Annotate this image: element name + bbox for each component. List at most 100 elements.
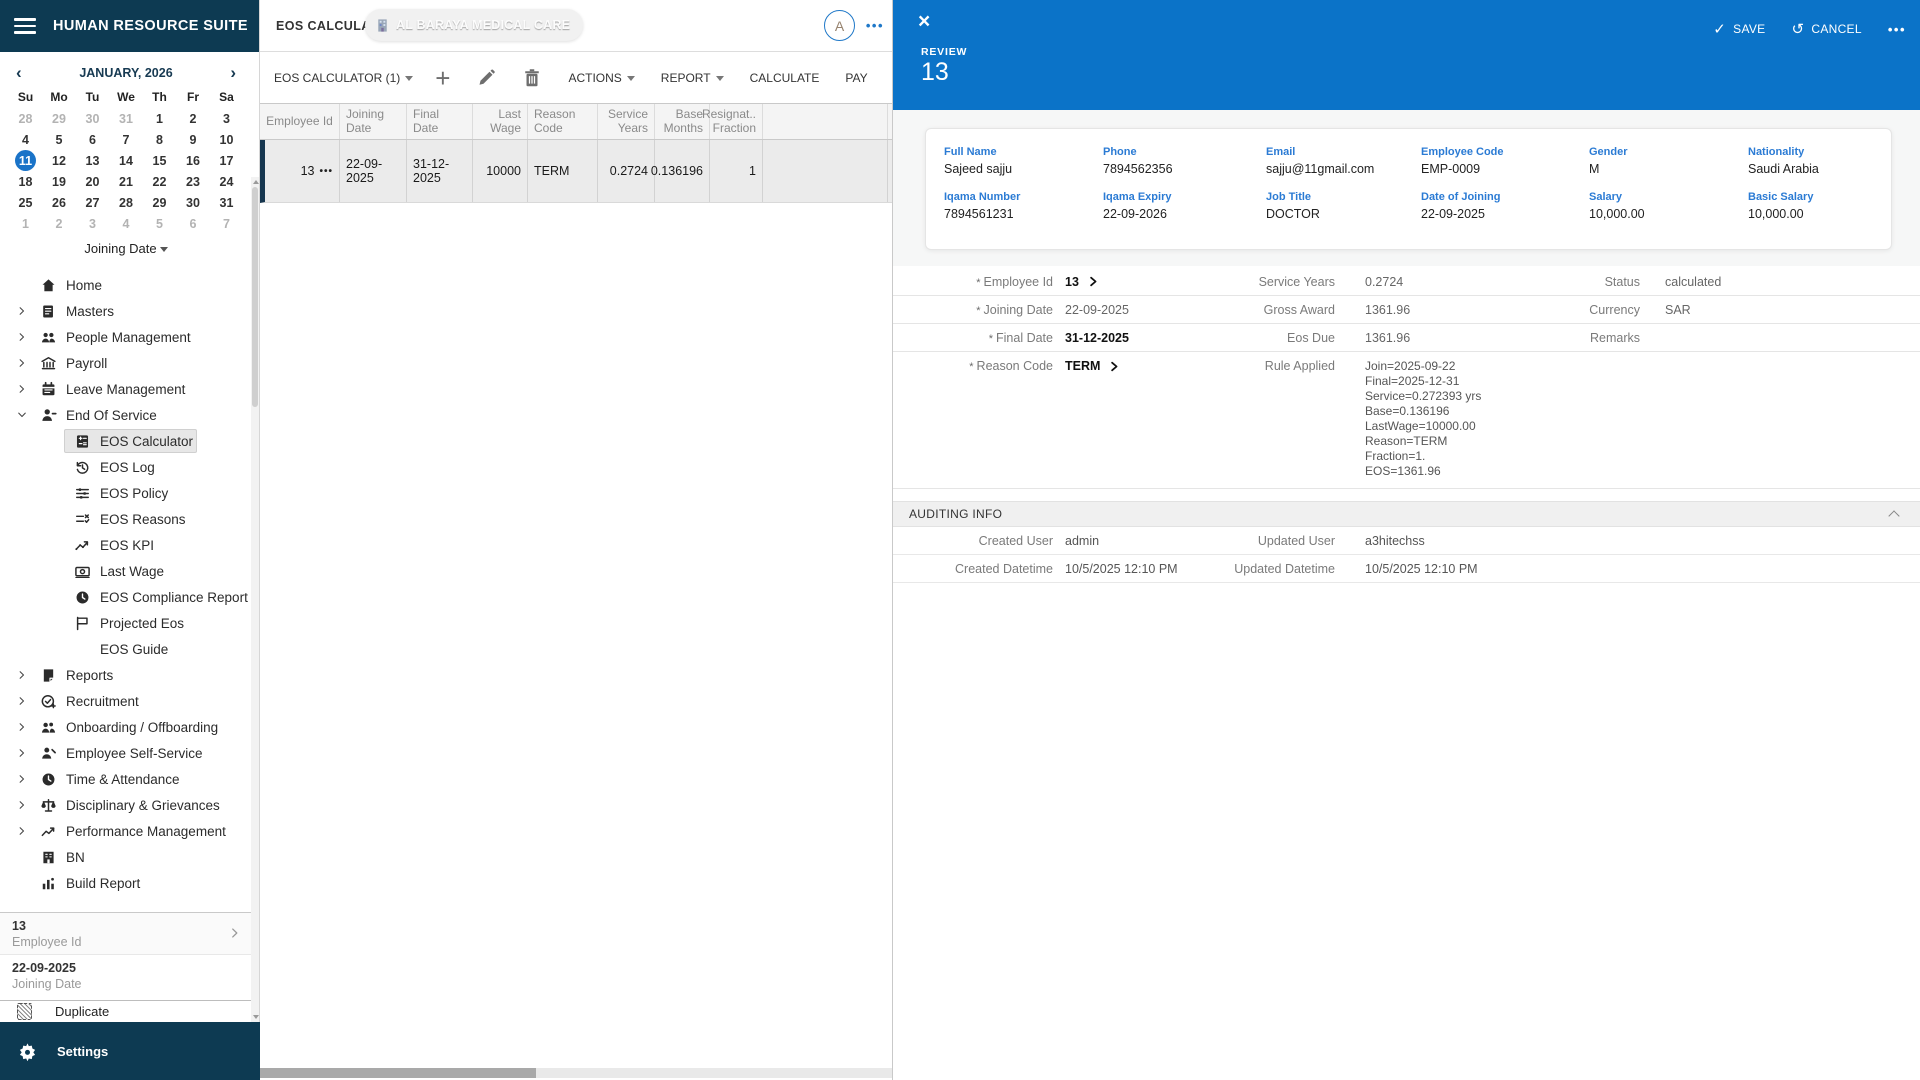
calendar-day[interactable]: 3 [210, 108, 244, 129]
calendar-day[interactable]: 12 [42, 150, 76, 171]
table-cell[interactable]: 22-09-2025 [340, 140, 407, 202]
sidebar-footer-card[interactable]: 13Employee Id [0, 913, 251, 954]
chevron-right-icon[interactable] [1109, 361, 1120, 372]
scrollbar-thumb[interactable] [260, 1068, 536, 1078]
field-value[interactable]: 13 [1053, 275, 1195, 289]
sidebar-item-build-report[interactable]: Build Report [0, 870, 259, 896]
scroll-up-icon[interactable] [253, 180, 259, 184]
calendar-day[interactable]: 28 [9, 108, 43, 129]
sidebar-item-home[interactable]: Home [0, 272, 259, 298]
calendar-day[interactable]: 30 [76, 108, 110, 129]
calendar-day-selected[interactable]: 11 [9, 150, 43, 171]
calendar-day[interactable]: 16 [176, 150, 210, 171]
column-header[interactable]: Employee Id [260, 104, 340, 139]
calendar-day[interactable]: 10 [210, 129, 244, 150]
calendar-day[interactable]: 7 [109, 129, 143, 150]
chevron-down-icon[interactable] [17, 410, 27, 420]
add-button[interactable]: + [435, 68, 450, 88]
sidebar-item-performance-management[interactable]: Performance Management [0, 818, 259, 844]
calendar-day[interactable]: 5 [143, 213, 177, 234]
calendar-day[interactable]: 5 [42, 129, 76, 150]
calendar-day[interactable]: 6 [76, 129, 110, 150]
sidebar-item-leave-management[interactable]: Leave Management [0, 376, 259, 402]
sidebar-item-employee-self-service[interactable]: Employee Self-Service [0, 740, 259, 766]
edit-button[interactable] [476, 68, 496, 88]
calculate-button[interactable]: CALCULATE [750, 71, 820, 85]
sidebar-footer-card[interactable]: 22-09-2025Joining Date [0, 954, 251, 996]
calendar-day[interactable]: 25 [9, 192, 43, 213]
calendar-day[interactable]: 23 [176, 171, 210, 192]
sidebar-item-eos-reasons[interactable]: EOS Reasons [0, 506, 259, 532]
table-row[interactable]: 13•••22-09-202531-12-202510000TERM0.2724… [260, 140, 892, 203]
calendar-day[interactable]: 27 [76, 192, 110, 213]
calendar-day[interactable]: 2 [176, 108, 210, 129]
chevron-right-icon[interactable] [17, 306, 27, 316]
calendar-day[interactable]: 1 [9, 213, 43, 234]
calendar-day[interactable]: 26 [42, 192, 76, 213]
chevron-right-icon[interactable] [17, 748, 27, 758]
pay-button[interactable]: PAY [845, 71, 867, 85]
scrollbar-thumb[interactable] [252, 187, 258, 407]
avatar[interactable]: A [824, 10, 855, 41]
calendar-next-icon[interactable]: › [230, 64, 236, 81]
sidebar-item-last-wage[interactable]: Last Wage [0, 558, 259, 584]
cancel-button[interactable]: ↺CANCEL [1791, 20, 1861, 38]
more-menu-icon[interactable]: ••• [866, 18, 884, 33]
calendar-day[interactable]: 14 [109, 150, 143, 171]
table-cell[interactable]: 10000 [473, 140, 528, 202]
table-cell[interactable]: 13••• [265, 140, 340, 202]
calendar-day[interactable]: 22 [143, 171, 177, 192]
horizontal-scrollbar[interactable] [260, 1068, 892, 1078]
sidebar-item-eos-log[interactable]: EOS Log [0, 454, 259, 480]
field-value[interactable]: TERM [1053, 359, 1195, 373]
sidebar-item-bn[interactable]: BN [0, 844, 259, 870]
table-cell[interactable] [763, 140, 888, 202]
calendar-day[interactable]: 2 [42, 213, 76, 234]
calendar-day[interactable]: 7 [210, 213, 244, 234]
sidebar-item-people-management[interactable]: People Management [0, 324, 259, 350]
chevron-right-icon[interactable] [17, 358, 27, 368]
report-menu[interactable]: REPORT [661, 71, 724, 85]
chevron-right-icon[interactable] [17, 774, 27, 784]
column-header[interactable]: Reason Code [528, 104, 598, 139]
column-header[interactable]: Joining Date [340, 104, 407, 139]
settings-button[interactable]: Settings [0, 1022, 260, 1080]
calendar-day[interactable]: 17 [210, 150, 244, 171]
calendar-day[interactable]: 15 [143, 150, 177, 171]
company-selector[interactable]: AL BARAYA MEDICAL CARE COMPANY [365, 9, 583, 41]
duplicate-button[interactable]: Duplicate [0, 1000, 252, 1022]
table-cell[interactable]: 1 [710, 140, 763, 202]
sidebar-item-eos-calculator[interactable]: EOS Calculator [0, 428, 259, 454]
calendar-day[interactable]: 24 [210, 171, 244, 192]
sidebar-item-disciplinary-grievances[interactable]: Disciplinary & Grievances [0, 792, 259, 818]
calendar-day[interactable]: 29 [143, 192, 177, 213]
calendar-day[interactable]: 31 [210, 192, 244, 213]
chevron-right-icon[interactable] [17, 722, 27, 732]
calendar-day[interactable]: 28 [109, 192, 143, 213]
chevron-right-icon[interactable] [17, 384, 27, 394]
auditing-section-header[interactable]: AUDITING INFO [893, 501, 1920, 527]
sidebar-item-end-of-service[interactable]: End Of Service [0, 402, 259, 428]
table-cell[interactable]: 0.136196 [655, 140, 710, 202]
chevron-right-icon[interactable] [17, 696, 27, 706]
sidebar-item-eos-kpi[interactable]: EOS KPI [0, 532, 259, 558]
sidebar-item-time-attendance[interactable]: Time & Attendance [0, 766, 259, 792]
column-header[interactable]: Last Wage [473, 104, 528, 139]
column-header[interactable]: Resignat.. Fraction [710, 104, 763, 139]
calendar-day[interactable]: 3 [76, 213, 110, 234]
sidebar-item-payroll[interactable]: Payroll [0, 350, 259, 376]
chevron-right-icon[interactable] [17, 826, 27, 836]
delete-button[interactable] [522, 68, 542, 88]
table-cell[interactable]: 0.2724 [598, 140, 655, 202]
calendar-day[interactable]: 4 [9, 129, 43, 150]
chevron-right-icon[interactable] [17, 670, 27, 680]
scroll-down-icon[interactable] [253, 1015, 259, 1019]
calendar-day[interactable]: 6 [176, 213, 210, 234]
calendar-day[interactable]: 4 [109, 213, 143, 234]
table-cell[interactable]: 31-12-2025 [407, 140, 473, 202]
close-icon[interactable]: × [918, 10, 930, 34]
calendar-day[interactable]: 30 [176, 192, 210, 213]
calendar-day[interactable]: 20 [76, 171, 110, 192]
sidebar-item-eos-policy[interactable]: EOS Policy [0, 480, 259, 506]
save-button[interactable]: ✓SAVE [1713, 20, 1765, 38]
